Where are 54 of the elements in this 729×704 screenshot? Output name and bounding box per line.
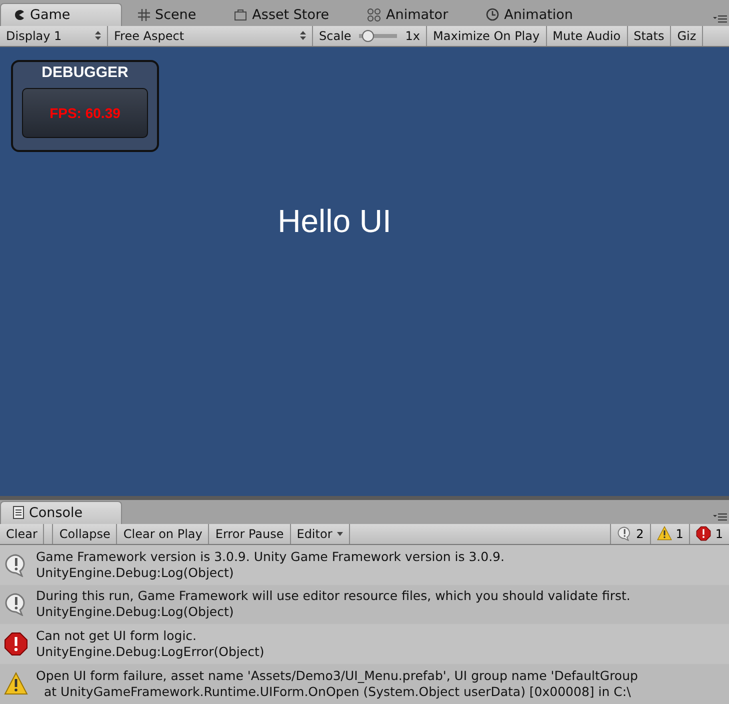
hello-text: Hello UI xyxy=(278,202,392,240)
updown-arrows-icon xyxy=(95,31,101,40)
caret-icon xyxy=(337,532,344,536)
scale-value: 1x xyxy=(405,28,420,43)
log-trace: UnityEngine.Debug:Log(Object) xyxy=(36,564,235,581)
log-count-toggle[interactable]: 1 xyxy=(650,524,690,544)
error-icon xyxy=(696,526,712,542)
menu-icon[interactable] xyxy=(713,512,727,521)
log-entry[interactable]: Game Framework version is 3.0.9. Unity Game Framework version is 3.0.9. UnityEngine.Debug:Log(Object) xyxy=(0,544,729,585)
tab[interactable]: Scene xyxy=(126,4,208,26)
log-count-toggle[interactable]: 2 xyxy=(610,524,650,544)
log-trace: UnityEngine.Debug:Log(Object) xyxy=(36,604,235,620)
log-trace: at UnityGameFramework.Runtime.UIForm.OnOpen (System.Object userData) [0x00008] in C:\ xyxy=(42,684,632,700)
log-entry[interactable]: Can not get UI form logic. UnityEngine.Debug:LogError(Object) xyxy=(0,624,729,664)
warning-icon xyxy=(4,672,28,696)
slider-thumb[interactable] xyxy=(362,30,374,42)
error-icon xyxy=(4,632,28,656)
tab[interactable]: Animation xyxy=(474,4,585,26)
bag-icon xyxy=(234,8,248,21)
log-message: Can not get UI form logic. xyxy=(36,628,198,644)
log-message: Open UI form failure, asset name 'Assets/Demo3/UI_Menu.prefab', UI group name 'DefaultGroup xyxy=(36,668,638,684)
console-button[interactable]: Collapse xyxy=(53,524,118,544)
tab[interactable]: Animator xyxy=(355,4,460,26)
console-button[interactable]: Clear on Play xyxy=(117,524,210,544)
debugger-title: DEBUGGER xyxy=(42,64,128,81)
info-icon xyxy=(617,526,632,542)
toolbar-toggle[interactable]: Stats xyxy=(628,26,672,46)
grid-icon xyxy=(138,8,150,21)
console-tab[interactable]: Console xyxy=(0,500,122,524)
log-entry[interactable]: Open UI form failure, asset name 'Assets/Demo3/UI_Menu.prefab', UI group name 'DefaultGroup at UnityGameFramework.Runtime.UIForm.OnOpen (System.Object userData) [0x00008] in C:\ xyxy=(0,664,729,704)
toolbar-toggle[interactable]: Maximize On Play xyxy=(427,26,547,46)
tab[interactable]: Asset Store xyxy=(222,4,342,26)
updown-arrows-icon xyxy=(300,31,306,40)
clock-icon xyxy=(486,8,500,22)
menu-icon[interactable] xyxy=(713,14,727,23)
toolbar-toggle[interactable]: Mute Audio xyxy=(546,26,628,46)
toolbar-toggle[interactable]: Giz xyxy=(671,26,704,46)
document-icon xyxy=(13,506,24,520)
display-dropdown[interactable]: Display 1 xyxy=(0,26,108,46)
pacman-icon xyxy=(13,8,25,21)
editor-dropdown[interactable]: Editor xyxy=(290,524,350,544)
log-entry[interactable]: During this run, Game Framework will use editor resource files, which you should validate first. UnityEngine.Debug:Log(Object) xyxy=(0,584,729,624)
fps-counter: FPS: 60.39 xyxy=(22,88,148,138)
scale-label: Scale xyxy=(319,28,352,43)
log-message: Game Framework version is 3.0.9. Unity Game Framework version is 3.0.9. xyxy=(36,548,504,565)
aspect-dropdown[interactable]: Free Aspect xyxy=(108,26,313,46)
nodes-icon xyxy=(367,8,382,22)
log-count-toggle[interactable]: 1 xyxy=(689,524,729,544)
log-message: During this run, Game Framework will use editor resource files, which you should validate first. xyxy=(36,588,630,604)
tab[interactable]: Game xyxy=(0,2,122,26)
console-button[interactable]: Clear xyxy=(0,524,44,544)
console-button[interactable]: Error Pause xyxy=(209,524,291,544)
warning-icon xyxy=(656,526,672,542)
log-trace: UnityEngine.Debug:LogError(Object) xyxy=(36,644,264,660)
